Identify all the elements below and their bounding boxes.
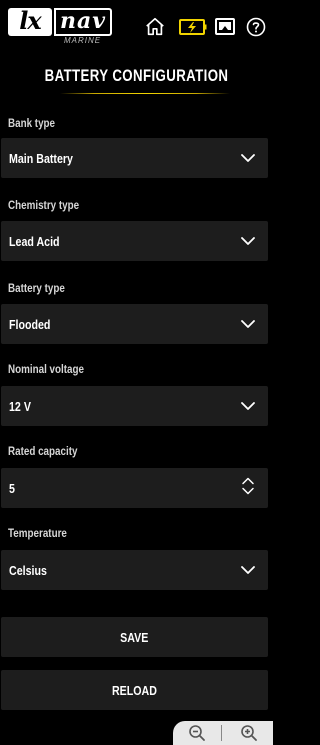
chemistry-type-select[interactable]: Lead Acid <box>1 221 268 261</box>
chevron-down-icon <box>241 402 255 410</box>
save-button-label: SAVE <box>120 629 149 645</box>
rated-capacity-value: 5 <box>9 480 15 496</box>
bank-type-label: Bank type <box>8 116 56 130</box>
logo-marine: MARINE <box>64 36 102 45</box>
zoom-in-icon <box>241 725 257 741</box>
battery-button[interactable] <box>178 12 208 42</box>
rated-capacity-stepper[interactable]: 5 <box>1 468 268 508</box>
logo-nav: nav <box>54 8 112 36</box>
logo-lx: lx <box>8 8 52 36</box>
chevron-down-icon <box>241 237 255 245</box>
battery-type-label: Battery type <box>8 281 65 295</box>
help-icon <box>246 17 266 37</box>
nominal-voltage-select[interactable]: 12 V <box>1 386 268 426</box>
chemistry-type-label: Chemistry type <box>8 198 80 212</box>
zoom-in-button[interactable] <box>225 721 273 745</box>
reload-button-label: RELOAD <box>111 682 157 698</box>
screen-button[interactable] <box>210 12 240 42</box>
chevron-down-icon <box>241 154 255 162</box>
chemistry-type-value: Lead Acid <box>9 233 60 249</box>
home-button[interactable] <box>140 12 170 42</box>
nominal-voltage-value: 12 V <box>9 398 31 414</box>
bank-type-select[interactable]: Main Battery <box>1 138 268 178</box>
screen-icon <box>215 18 235 35</box>
nominal-voltage-label: Nominal voltage <box>8 362 85 376</box>
temperature-label: Temperature <box>8 526 67 540</box>
temperature-select[interactable]: Celsius <box>1 550 268 590</box>
bank-type-value: Main Battery <box>9 150 73 166</box>
reload-button[interactable]: RELOAD <box>1 670 268 710</box>
title-underline <box>60 93 230 94</box>
battery-type-select[interactable]: Flooded <box>1 304 268 344</box>
zoom-divider <box>221 725 222 741</box>
chevron-down-icon <box>241 566 255 574</box>
zoom-out-button[interactable] <box>173 721 221 745</box>
save-button[interactable]: SAVE <box>1 617 268 657</box>
page-title: BATTERY CONFIGURATION <box>44 66 229 85</box>
battery-type-value: Flooded <box>9 316 51 332</box>
top-bar: lx nav MARINE <box>0 0 273 58</box>
stepper-up-down-icon[interactable] <box>238 476 258 496</box>
temperature-value: Celsius <box>9 562 47 578</box>
zoom-control <box>173 721 273 745</box>
rated-capacity-label: Rated capacity <box>8 444 78 458</box>
battery-charging-icon <box>179 19 207 35</box>
zoom-out-icon <box>189 725 205 741</box>
home-icon <box>146 17 164 36</box>
help-button[interactable] <box>241 12 271 42</box>
lxnav-logo: lx nav MARINE <box>8 8 116 46</box>
chevron-down-icon <box>241 320 255 328</box>
